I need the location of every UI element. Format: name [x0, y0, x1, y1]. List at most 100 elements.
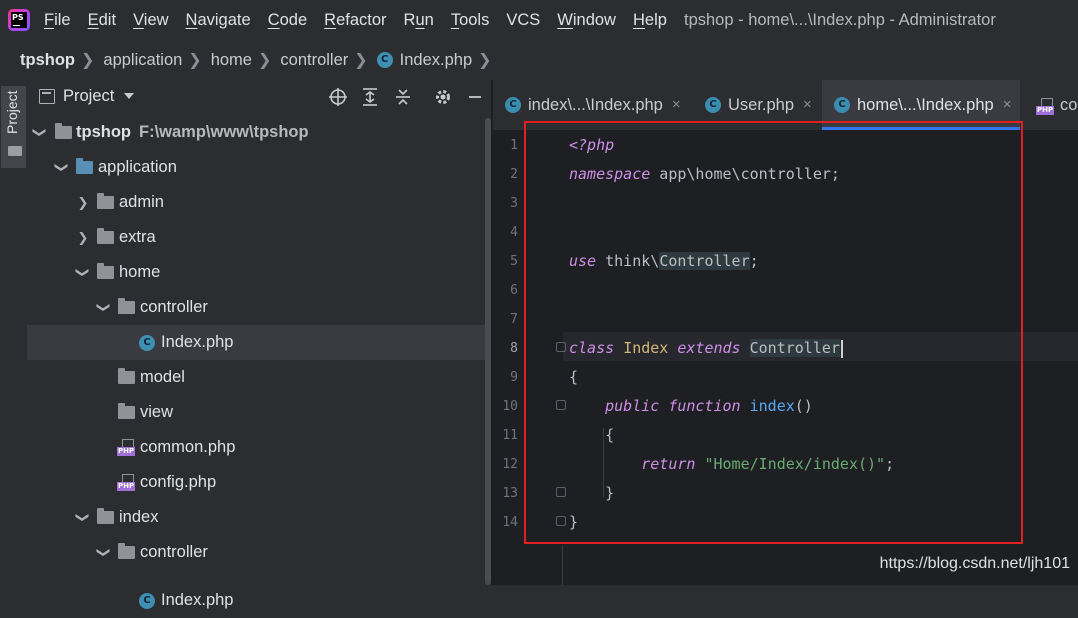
fold-marker-icon[interactable]: [556, 400, 566, 410]
line-number: 9: [510, 370, 518, 385]
tree-item-label: extra: [119, 228, 156, 246]
menu-navigate[interactable]: Navigate: [186, 11, 251, 30]
line-number: 12: [502, 457, 518, 472]
tree-item-path: F:\wamp\www\tpshop: [139, 123, 309, 141]
code-line-13: }: [605, 484, 615, 502]
code-editor[interactable]: 1 2 3 4 5 6 7 8 9 10 11 12 13 14 <?php n…: [493, 131, 1078, 585]
project-panel: Project ❯ tpshop F:\wamp\www\tpshop ❯ app: [27, 80, 491, 609]
close-icon[interactable]: ×: [803, 80, 812, 130]
code-line-5: use think\Controller;: [569, 252, 759, 270]
breadcrumb-item-controller[interactable]: controller: [280, 51, 348, 70]
breadcrumb-item-application[interactable]: application: [103, 51, 182, 70]
code-line-2: namespace app\home\controller;: [569, 165, 840, 183]
code-line-11: {: [605, 426, 615, 444]
code-line-12: return "Home/Index/index()";: [641, 455, 895, 473]
folder-icon: [118, 543, 135, 559]
tree-item-label: model: [140, 368, 185, 386]
tree-item-admin[interactable]: ❯ admin: [27, 185, 491, 220]
logo-text: PS: [11, 12, 27, 28]
fold-marker-icon[interactable]: [556, 487, 566, 497]
tree-item-extra[interactable]: ❯ extra: [27, 220, 491, 255]
menu-file[interactable]: File: [44, 11, 71, 30]
chevron-right-icon[interactable]: ❯: [76, 220, 90, 255]
tree-item-tpshop[interactable]: ❯ tpshop F:\wamp\www\tpshop: [27, 115, 491, 150]
project-panel-header: Project: [27, 80, 491, 114]
tree-item-view[interactable]: view: [27, 395, 491, 430]
fold-marker-icon[interactable]: [556, 342, 566, 352]
chevron-right-icon: ❯: [354, 52, 368, 69]
crosshair-icon[interactable]: [328, 87, 348, 107]
close-icon[interactable]: ×: [672, 80, 681, 130]
project-panel-title[interactable]: Project: [63, 87, 114, 106]
folder-icon: [118, 403, 135, 419]
line-number-current: 8: [510, 341, 518, 356]
line-number: 13: [502, 486, 518, 501]
code-line-8: class Index extends Controller: [569, 334, 843, 363]
tab-user-php[interactable]: C User.php ×: [705, 80, 812, 130]
project-tool-label: Project: [4, 90, 20, 134]
close-icon[interactable]: ×: [1003, 80, 1012, 130]
folder-icon: [118, 368, 135, 384]
chevron-down-icon[interactable]: ❯: [87, 301, 122, 315]
menu-window[interactable]: Window: [557, 11, 616, 30]
php-file-icon: PHP: [1036, 98, 1055, 116]
chevron-right-icon[interactable]: ❯: [76, 185, 90, 220]
chevron-down-icon[interactable]: ❯: [66, 266, 101, 280]
tree-item-controller[interactable]: ❯ controller: [27, 290, 491, 325]
php-file-icon: PHP: [117, 474, 136, 492]
line-number: 10: [502, 399, 518, 414]
tab-home-index-php[interactable]: C home\...\Index.php ×: [822, 80, 1021, 130]
tree-item-index-php-2[interactable]: C Index.php: [27, 570, 491, 609]
tree-item-application[interactable]: ❯ application: [27, 150, 491, 185]
editor-gutter[interactable]: 1 2 3 4 5 6 7 8 9 10 11 12 13 14: [493, 131, 566, 585]
tree-item-model[interactable]: model: [27, 360, 491, 395]
tree-item-label: Index.php: [161, 591, 234, 609]
collapse-all-icon[interactable]: [393, 87, 413, 107]
tree-item-index[interactable]: ❯ index: [27, 500, 491, 535]
php-class-icon: C: [505, 97, 521, 113]
chevron-down-icon[interactable]: ❯: [87, 546, 122, 560]
breadcrumb-item-index-php[interactable]: C Index.php: [376, 51, 472, 70]
menu-view[interactable]: View: [133, 11, 168, 30]
fold-marker-icon[interactable]: [556, 516, 566, 526]
tree-item-home[interactable]: ❯ home: [27, 255, 491, 290]
menu-refactor[interactable]: Refactor: [324, 11, 386, 30]
php-file-icon: PHP: [117, 439, 136, 457]
tree-item-config-php[interactable]: PHP config.php: [27, 465, 491, 500]
gear-icon[interactable]: [433, 87, 453, 107]
chevron-right-icon: ❯: [478, 52, 492, 69]
phpstorm-logo-icon[interactable]: PS: [8, 9, 30, 31]
breadcrumb-item-tpshop[interactable]: tpshop: [20, 51, 75, 70]
menu-help[interactable]: Help: [633, 11, 667, 30]
chevron-down-icon[interactable]: [124, 93, 134, 99]
chevron-down-icon[interactable]: ❯: [45, 161, 80, 175]
minimize-icon[interactable]: [465, 87, 485, 107]
line-number: 14: [502, 515, 518, 530]
tree-item-controller-2[interactable]: ❯ controller: [27, 535, 491, 570]
line-number: 3: [510, 196, 518, 211]
tab-label: index\...\Index.php: [528, 96, 663, 114]
menu-code[interactable]: Code: [268, 11, 307, 30]
menu-run[interactable]: Run: [404, 11, 434, 30]
line-number: 6: [510, 283, 518, 298]
menu-edit[interactable]: Edit: [88, 11, 116, 30]
line-number: 5: [510, 254, 518, 269]
project-view-icon: [39, 89, 55, 104]
tab-label: User.php: [728, 96, 795, 114]
line-number: 7: [510, 312, 518, 327]
chevron-down-icon[interactable]: ❯: [66, 511, 101, 525]
code-line-1: <?php: [569, 136, 615, 154]
tree-item-index-php[interactable]: C Index.php: [27, 325, 491, 360]
tree-item-label: admin: [119, 193, 164, 211]
expand-all-icon[interactable]: [360, 87, 380, 107]
menu-tools[interactable]: Tools: [451, 11, 490, 30]
breadcrumb-item-home[interactable]: home: [211, 51, 252, 70]
code-line-9: {: [569, 368, 579, 386]
php-class-icon: C: [705, 97, 721, 113]
tab-truncated[interactable]: PHP co: [1036, 80, 1077, 130]
chevron-down-icon[interactable]: ❯: [23, 126, 58, 140]
tree-item-common-php[interactable]: PHP common.php: [27, 430, 491, 465]
tab-index-index-php[interactable]: C index\...\Index.php ×: [505, 80, 681, 130]
menu-vcs[interactable]: VCS: [506, 11, 540, 30]
folder-icon: [97, 228, 114, 244]
